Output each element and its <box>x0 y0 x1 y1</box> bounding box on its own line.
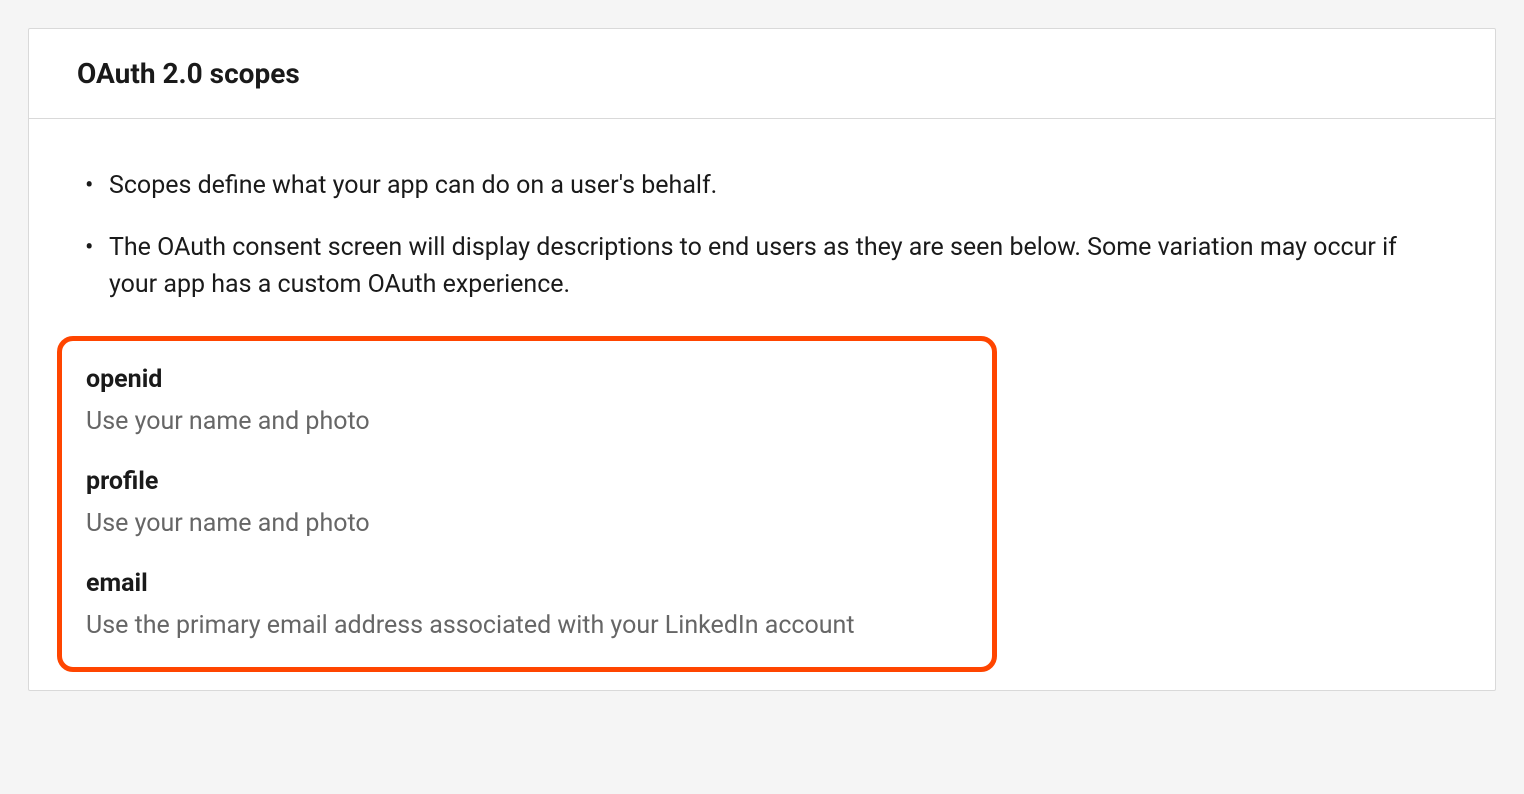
card-body: Scopes define what your app can do on a … <box>29 119 1495 690</box>
card-title: OAuth 2.0 scopes <box>77 57 1447 90</box>
scope-item-email: email Use the primary email address asso… <box>86 569 968 643</box>
scope-description: Use your name and photo <box>86 506 968 541</box>
scope-name: email <box>86 569 968 598</box>
scope-name: openid <box>86 365 968 394</box>
bullet-item: Scopes define what your app can do on a … <box>77 167 1447 205</box>
bullet-item: The OAuth consent screen will display de… <box>77 229 1447 304</box>
card-header: OAuth 2.0 scopes <box>29 29 1495 119</box>
scope-description: Use your name and photo <box>86 404 968 439</box>
scope-name: profile <box>86 467 968 496</box>
oauth-scopes-card: OAuth 2.0 scopes Scopes define what your… <box>28 28 1496 691</box>
scopes-highlight-box: openid Use your name and photo profile U… <box>57 336 997 672</box>
scope-item-profile: profile Use your name and photo <box>86 467 968 541</box>
bullet-list: Scopes define what your app can do on a … <box>77 167 1447 304</box>
scope-item-openid: openid Use your name and photo <box>86 365 968 439</box>
scope-description: Use the primary email address associated… <box>86 608 968 643</box>
